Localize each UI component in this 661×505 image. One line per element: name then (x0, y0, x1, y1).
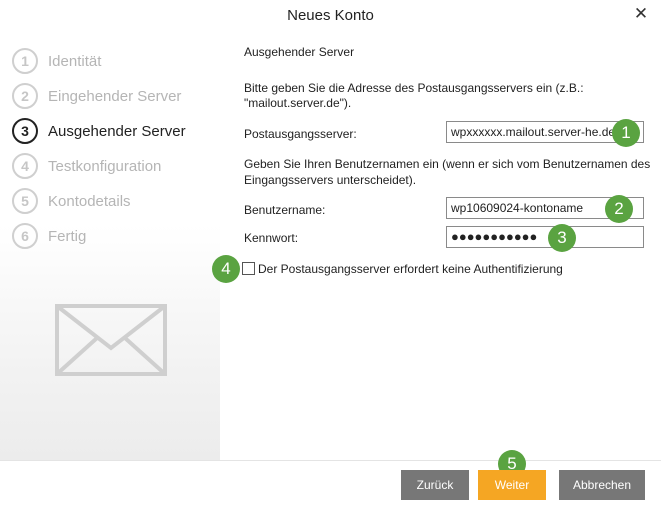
intro-text-line1: Bitte geben Sie die Adresse des Postausg… (244, 81, 584, 95)
annotation-badge-3: 3 (548, 224, 576, 252)
step-label: Kontodetails (48, 192, 131, 210)
envelope-icon (55, 304, 167, 376)
step-label: Identität (48, 52, 102, 70)
annotation-badge-4: 4 (212, 255, 240, 283)
server-label: Postausgangsserver: (244, 127, 357, 141)
noauth-checkbox[interactable] (242, 262, 255, 275)
window-title: Neues Konto (287, 7, 374, 24)
step-number: 4 (12, 153, 38, 179)
step-label: Testkonfiguration (48, 157, 162, 175)
password-label: Kennwort: (244, 231, 299, 245)
section-heading: Ausgehender Server (244, 45, 355, 59)
close-icon[interactable]: ✕ (631, 4, 651, 24)
step-number: 5 (12, 188, 38, 214)
username-label: Benutzername: (244, 203, 326, 217)
username-hint-line2: Eingangsservers unterscheidet). (244, 173, 417, 187)
step-identitaet: 1 Identität (12, 48, 101, 74)
annotation-badge-1: 1 (612, 119, 640, 147)
step-label: Fertig (48, 227, 87, 245)
username-hint-line1: Geben Sie Ihren Benutzernamen ein (wenn … (244, 157, 651, 171)
footer-divider (0, 460, 661, 461)
step-number: 6 (12, 223, 38, 249)
step-label: Ausgehender Server (48, 122, 186, 140)
cancel-button[interactable]: Abbrechen (559, 470, 645, 500)
password-input[interactable]: ●●●●●●●●●●● (446, 226, 644, 248)
step-label: Eingehender Server (48, 87, 182, 105)
noauth-label: Der Postausgangsserver erfordert keine A… (258, 262, 563, 276)
step-number: 1 (12, 48, 38, 74)
next-button[interactable]: Weiter (478, 470, 546, 500)
step-ausgehender-server: 3 Ausgehender Server (12, 118, 186, 144)
wizard-sidebar: 1 Identität 2 Eingehender Server 3 Ausge… (0, 32, 220, 460)
step-eingehender-server: 2 Eingehender Server (12, 83, 181, 109)
back-button[interactable]: Zurück (401, 470, 469, 500)
step-number: 2 (12, 83, 38, 109)
title-bar: Neues Konto ✕ (0, 0, 661, 32)
step-kontodetails: 5 Kontodetails (12, 188, 131, 214)
step-testkonfiguration: 4 Testkonfiguration (12, 153, 161, 179)
step-fertig: 6 Fertig (12, 223, 86, 249)
intro-text-line2: "mailout.server.de"). (244, 96, 352, 110)
step-number: 3 (12, 118, 38, 144)
annotation-badge-2: 2 (605, 195, 633, 223)
